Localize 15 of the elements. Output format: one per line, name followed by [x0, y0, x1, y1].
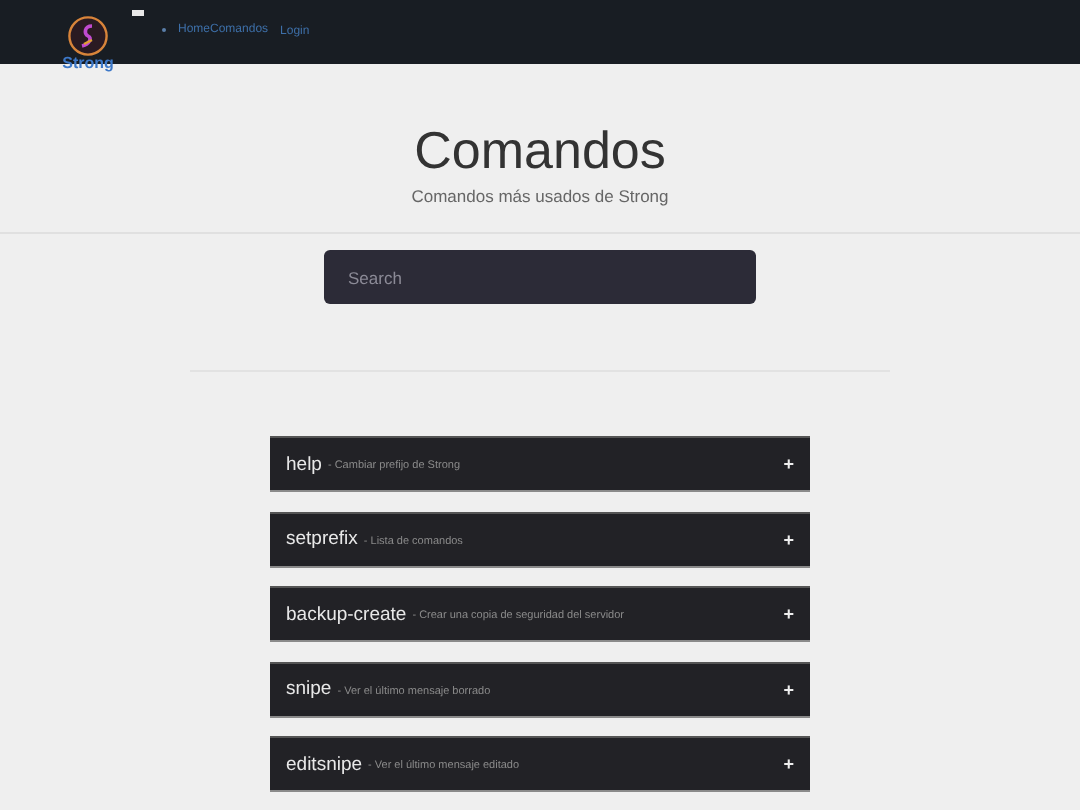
- toggle-icon[interactable]: [132, 10, 144, 16]
- command-name: backup-create: [286, 603, 407, 625]
- expand-icon[interactable]: +: [783, 754, 794, 774]
- command-name: help: [286, 453, 322, 475]
- expand-icon[interactable]: +: [783, 529, 794, 549]
- search-field[interactable]: Search: [324, 250, 756, 304]
- command-name: editsnipe: [286, 753, 363, 775]
- expand-icon[interactable]: +: [783, 454, 794, 474]
- page-subtitle: Comandos más usados de Strong: [409, 186, 671, 206]
- logo-icon[interactable]: [68, 16, 108, 56]
- expand-icon[interactable]: +: [783, 679, 794, 699]
- page-title: Comandos: [412, 120, 668, 180]
- command-name: snipe: [286, 678, 332, 700]
- expand-icon[interactable]: +: [783, 604, 794, 624]
- command-name: setprefix: [286, 528, 358, 550]
